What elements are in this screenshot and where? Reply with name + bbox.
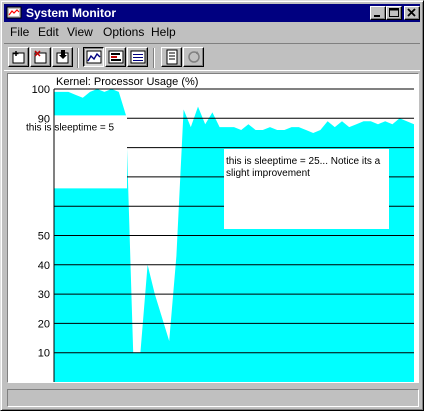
edit-counter-icon xyxy=(56,50,69,64)
histogram-view-button[interactable] xyxy=(105,47,126,67)
y-tick-label: 90 xyxy=(38,113,50,125)
maximize-button[interactable] xyxy=(386,6,402,20)
menu-options[interactable]: Options xyxy=(103,25,144,40)
y-tick-label: 50 xyxy=(38,231,50,243)
toolbar xyxy=(4,43,420,71)
add-counter-icon xyxy=(12,51,25,64)
chart-title: Kernel: Processor Usage (%) xyxy=(56,76,198,88)
delete-counter-button[interactable] xyxy=(30,47,51,67)
y-tick-label: 10 xyxy=(38,348,50,360)
y-tick-label: 30 xyxy=(38,289,50,301)
update-icon xyxy=(188,51,200,63)
add-counter-button[interactable] xyxy=(8,47,29,67)
menu-file[interactable]: File xyxy=(10,25,29,40)
menu-bar: File Edit View Options Help xyxy=(4,23,420,42)
menu-view[interactable]: View xyxy=(67,25,93,40)
report-view-icon xyxy=(130,50,146,64)
title-bar[interactable]: System Monitor xyxy=(4,4,420,22)
bookmark-icon xyxy=(166,49,178,65)
chart-panel: this is sleeptime = 5 this is sleeptime =… xyxy=(7,73,419,383)
close-button[interactable] xyxy=(404,6,420,20)
window-title: System Monitor xyxy=(26,6,117,20)
processor-usage-chart: this is sleeptime = 5this is sleeptime =… xyxy=(26,76,414,382)
y-tick-label: 100 xyxy=(32,84,50,96)
update-button[interactable] xyxy=(183,47,204,67)
toolbar-separator xyxy=(153,48,155,68)
annotation-text: slight improvement xyxy=(226,168,310,179)
y-tick-label: 40 xyxy=(38,260,50,272)
histogram-view-icon xyxy=(108,50,124,64)
menu-help[interactable]: Help xyxy=(151,25,176,40)
toolbar-separator xyxy=(77,48,79,68)
chart-view-icon xyxy=(86,50,102,64)
menu-edit[interactable]: Edit xyxy=(38,25,59,40)
app-icon[interactable] xyxy=(6,5,22,21)
minimize-icon xyxy=(374,15,380,17)
bookmark-button[interactable] xyxy=(161,47,182,67)
edit-counter-button[interactable] xyxy=(52,47,73,67)
close-icon xyxy=(407,8,416,17)
annotation-text: this is sleeptime = 25... Notice its a xyxy=(226,156,381,167)
chart-view-button[interactable] xyxy=(83,47,104,67)
y-tick-label: 20 xyxy=(38,318,50,330)
report-view-button[interactable] xyxy=(127,47,148,67)
system-monitor-window: System Monitor File Edit View Options He… xyxy=(0,0,424,411)
maximize-icon xyxy=(389,8,399,17)
delete-counter-icon xyxy=(34,50,47,64)
status-bar xyxy=(7,389,419,407)
minimize-button[interactable] xyxy=(370,6,386,20)
